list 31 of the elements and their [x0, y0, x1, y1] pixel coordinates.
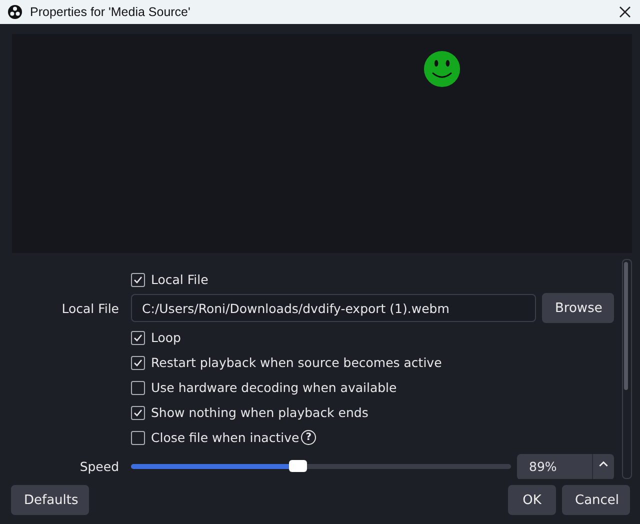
browse-button[interactable]: Browse: [542, 293, 614, 323]
ok-button[interactable]: OK: [508, 485, 556, 515]
logo-icon: [8, 5, 22, 19]
checkmark-icon: [133, 274, 143, 284]
close-icon[interactable]: [618, 5, 632, 19]
field-label: Speed: [78, 459, 120, 474]
checkbox-label[interactable]: Show nothing when playback ends: [151, 405, 368, 420]
scrollbar[interactable]: [622, 259, 632, 479]
checkbox[interactable]: [131, 272, 145, 286]
help-icon[interactable]: ?: [301, 430, 316, 445]
checkbox[interactable]: [131, 356, 145, 370]
checkbox[interactable]: [131, 330, 145, 344]
window-title: Properties for 'Media Source': [30, 5, 192, 19]
checkbox[interactable]: [131, 430, 145, 444]
slider-thumb[interactable]: [289, 460, 308, 472]
checkbox[interactable]: [131, 406, 145, 420]
checkbox[interactable]: [131, 380, 145, 394]
checkmark-icon: [133, 358, 143, 368]
field-label: Local File: [60, 300, 120, 316]
checkbox-label[interactable]: Local File: [151, 272, 208, 287]
spin-box[interactable]: 89%: [517, 454, 614, 479]
cancel-button[interactable]: Cancel: [562, 485, 630, 515]
checkbox-label[interactable]: Close file when inactive: [151, 430, 300, 445]
checkmark-icon: [133, 408, 143, 418]
defaults-button[interactable]: Defaults: [11, 485, 89, 515]
smiley-drawing: [423, 50, 461, 88]
checkbox-label[interactable]: Restart playback when source becomes active: [151, 355, 442, 370]
checkbox-label[interactable]: Use hardware decoding when available: [151, 380, 397, 395]
checkbox-label[interactable]: Loop: [151, 330, 181, 345]
checkmark-icon: [133, 332, 143, 342]
file-path-field[interactable]: C:/Users/Roni/Downloads/dvdify-export (1).webm: [131, 294, 536, 322]
